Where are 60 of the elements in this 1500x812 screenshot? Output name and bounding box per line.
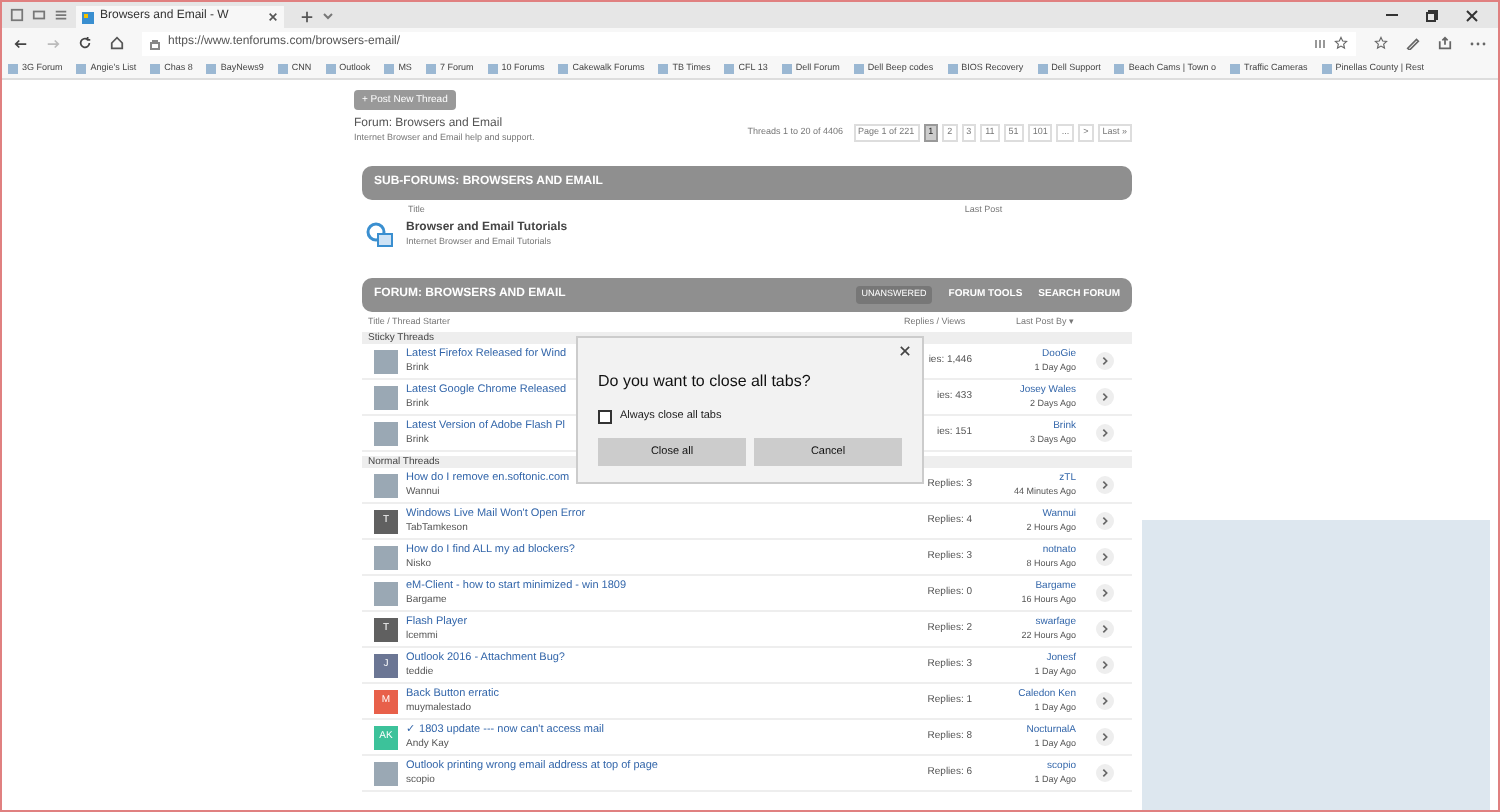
restore-icon[interactable]	[1426, 10, 1438, 22]
bookmark-icon	[781, 63, 792, 73]
pen-icon[interactable]	[1406, 36, 1420, 50]
chevron-right-icon[interactable]	[1096, 424, 1114, 442]
dialog-title: Do you want to close all tabs?	[598, 370, 813, 394]
avatar-placeholder	[374, 761, 398, 785]
dialog-close-icon[interactable]	[900, 346, 910, 356]
chevron-right-icon[interactable]	[1096, 764, 1114, 782]
bookmark-icon	[206, 63, 217, 73]
home-icon[interactable]	[110, 36, 124, 50]
chevron-right-icon[interactable]	[1096, 352, 1114, 370]
bookmark-icon	[384, 63, 395, 73]
chevron-right-icon[interactable]	[1096, 656, 1114, 674]
bookmark-icon	[947, 63, 958, 73]
tab-close-icon[interactable]	[268, 12, 278, 22]
avatar-placeholder	[374, 349, 398, 373]
bookmark-icon	[487, 63, 498, 73]
tab-list-icon[interactable]	[54, 8, 68, 22]
bookmark-icon	[1114, 63, 1125, 73]
close-icon[interactable]	[1466, 10, 1478, 22]
chevron-right-icon[interactable]	[1096, 548, 1114, 566]
refresh-icon[interactable]	[78, 36, 92, 50]
avatar-placeholder	[374, 545, 398, 569]
bookmark-icon	[853, 63, 864, 73]
favorites-icon[interactable]	[1374, 36, 1388, 50]
bookmark-icon	[277, 63, 288, 73]
avatar-placeholder	[374, 473, 398, 497]
star-icon[interactable]	[1334, 36, 1348, 50]
bookmark-icon	[8, 63, 18, 73]
chevron-right-icon[interactable]	[1096, 620, 1114, 638]
bookmark-icon	[150, 63, 161, 73]
bookmark-icon	[558, 63, 569, 73]
bookmark-icon	[724, 63, 735, 73]
avatar-placeholder	[374, 581, 398, 605]
avatar-placeholder	[374, 385, 398, 409]
new-tab-icon[interactable]	[300, 10, 314, 24]
bookmark-icon	[658, 63, 669, 73]
back-icon[interactable]	[14, 37, 28, 49]
chevron-right-icon[interactable]	[1096, 692, 1114, 710]
chevron-right-icon[interactable]	[1096, 476, 1114, 494]
bookmark-icon	[1321, 63, 1332, 73]
chevron-right-icon[interactable]	[1096, 388, 1114, 406]
reading-view-icon[interactable]	[1314, 37, 1326, 49]
tab-preview-icon[interactable]	[32, 8, 46, 22]
checkbox[interactable]	[598, 409, 612, 424]
bookmark-icon	[425, 63, 436, 73]
avatar-placeholder	[374, 421, 398, 445]
share-icon[interactable]	[1438, 36, 1452, 50]
chevron-down-icon[interactable]	[322, 10, 334, 22]
lock-icon	[150, 37, 160, 49]
favicon-icon	[82, 11, 94, 23]
tabs-aside-icon[interactable]	[10, 8, 24, 22]
bookmark-icon	[1037, 63, 1048, 73]
bookmark-icon	[325, 63, 336, 73]
bookmark-icon	[1230, 63, 1241, 73]
bookmark-icon	[76, 63, 87, 73]
chevron-right-icon[interactable]	[1096, 584, 1114, 602]
tutorial-forum-icon	[366, 221, 394, 247]
chevron-right-icon[interactable]	[1096, 728, 1114, 746]
chevron-right-icon[interactable]	[1096, 512, 1114, 530]
